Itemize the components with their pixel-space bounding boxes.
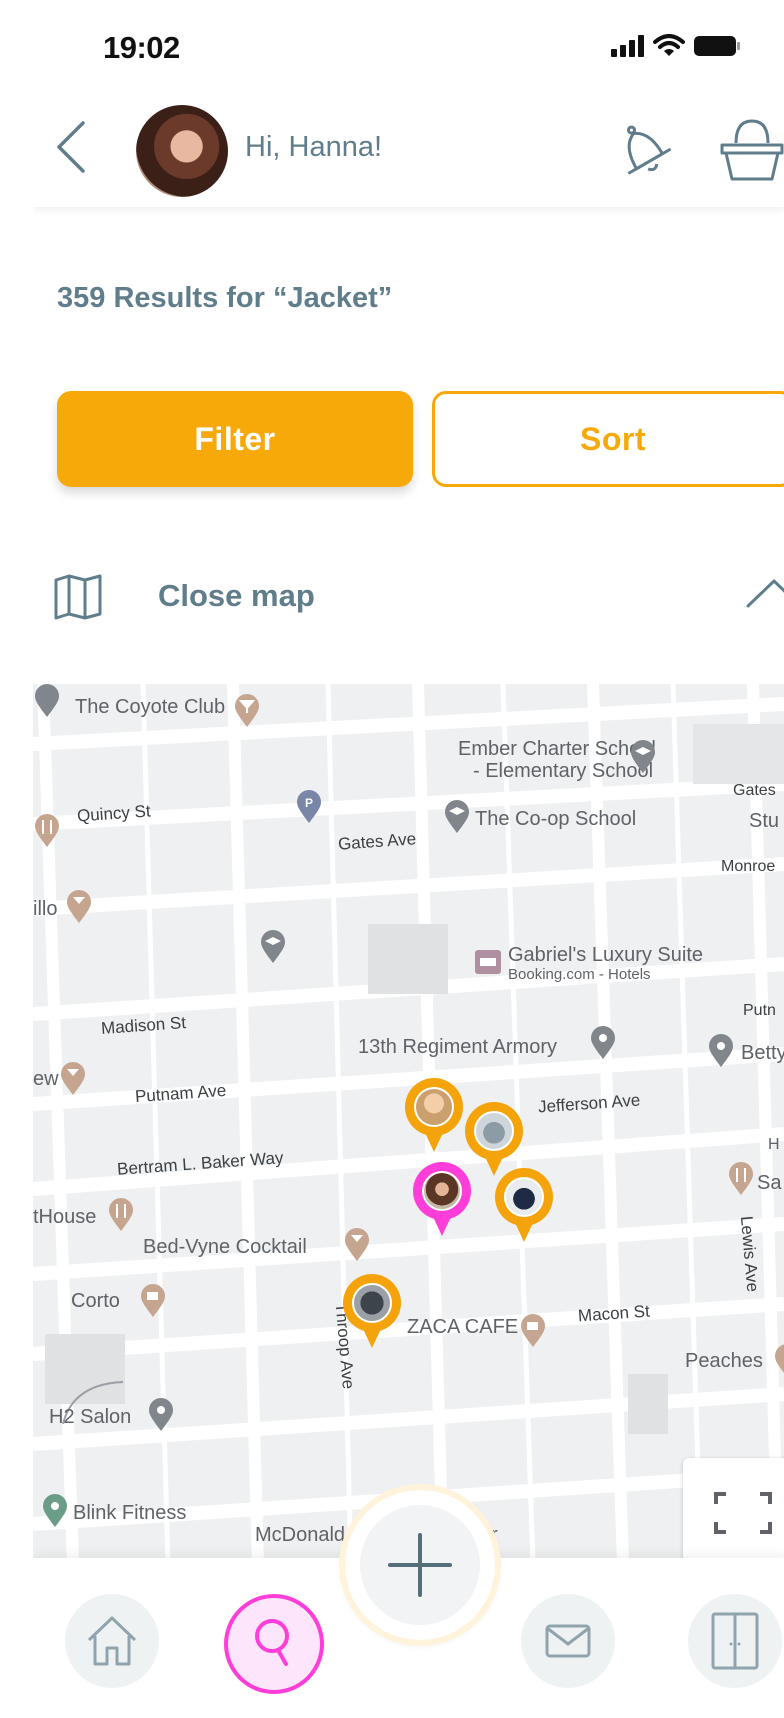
- close-map-toggle[interactable]: Close map: [53, 570, 784, 630]
- filter-button[interactable]: Filter: [57, 391, 413, 487]
- wifi-icon: [653, 34, 685, 56]
- basket-icon[interactable]: [716, 117, 784, 183]
- fullscreen-button[interactable]: [683, 1458, 784, 1568]
- wardrobe-icon: [711, 1612, 759, 1670]
- map-label: Stu: [749, 810, 780, 832]
- bar-marker-icon[interactable]: [233, 694, 261, 728]
- hotel-marker-icon[interactable]: [473, 946, 501, 980]
- map-label: ZACA CAFE: [407, 1316, 519, 1338]
- place-marker-icon[interactable]: [147, 1398, 175, 1432]
- map-label: Gabriel's Luxury Suite: [508, 944, 704, 966]
- map-label: tHouse: [33, 1206, 97, 1228]
- map-label: Betty: [741, 1042, 784, 1064]
- restaurant-marker-icon[interactable]: [727, 1162, 755, 1196]
- school-marker-icon[interactable]: [629, 740, 657, 774]
- fitness-marker-icon[interactable]: [41, 1494, 69, 1528]
- item-pin[interactable]: [495, 1168, 553, 1244]
- map-label: - Elementary School: [473, 760, 654, 782]
- bar-marker-icon[interactable]: [65, 890, 93, 924]
- cafe-marker-icon[interactable]: [139, 1284, 167, 1318]
- app-screen: 19:02 Hi, Hanna! 359 Results for “Jacket…: [33, 0, 784, 1718]
- bell-icon[interactable]: [608, 117, 678, 183]
- map-label: ew: [33, 1068, 59, 1090]
- map-label: illo: [33, 898, 58, 920]
- map-label: Blink Fitness: [73, 1502, 187, 1524]
- map-label: H: [768, 1136, 780, 1153]
- map-label: Putn: [743, 1002, 776, 1019]
- svg-text:P: P: [305, 796, 313, 810]
- cafe-marker-icon[interactable]: [773, 1344, 784, 1378]
- bar-marker-icon[interactable]: [59, 1062, 87, 1096]
- place-marker-icon[interactable]: [707, 1034, 735, 1068]
- close-map-label: Close map: [158, 578, 315, 613]
- map-label: Sa: [757, 1172, 782, 1194]
- greeting: Hi, Hanna!: [245, 131, 383, 163]
- nav-messages[interactable]: [521, 1594, 615, 1688]
- item-pin[interactable]: [465, 1102, 523, 1178]
- map-label: Corto: [71, 1290, 120, 1312]
- bar-marker-icon[interactable]: [343, 1228, 371, 1262]
- map-label: Monroe: [721, 858, 776, 875]
- place-marker-icon[interactable]: [589, 1026, 617, 1060]
- map-label: The Coyote Club: [75, 696, 226, 718]
- item-pin[interactable]: [343, 1274, 401, 1350]
- map-label: The Co-op School: [475, 808, 637, 830]
- add-button-inner: [360, 1505, 480, 1625]
- map-label: 13th Regiment Armory: [358, 1036, 557, 1058]
- battery-icon: [694, 36, 740, 56]
- school-marker-icon[interactable]: [443, 800, 471, 834]
- restaurant-marker-icon[interactable]: [107, 1198, 135, 1232]
- search-icon: [255, 1619, 289, 1666]
- poi-marker-icon[interactable]: [33, 684, 61, 718]
- add-button[interactable]: [345, 1490, 495, 1640]
- nav-home[interactable]: [65, 1594, 159, 1688]
- results-heading: 359 Results for “Jacket”: [57, 282, 393, 314]
- map-label: Ember Charter School: [458, 738, 656, 760]
- home-icon: [87, 1616, 137, 1666]
- cafe-marker-icon[interactable]: [519, 1314, 547, 1348]
- restaurant-marker-icon[interactable]: [33, 814, 61, 848]
- fullscreen-icon: [714, 1492, 772, 1534]
- back-arrow-icon[interactable]: [51, 117, 91, 177]
- map-label: McDonald: [255, 1524, 346, 1546]
- signal-icon: [611, 35, 644, 57]
- item-photo: [352, 1283, 392, 1323]
- map-view[interactable]: The Coyote Club Ember Charter School - E…: [33, 684, 784, 1564]
- mail-icon: [545, 1624, 591, 1658]
- status-icons: [611, 34, 741, 58]
- map-label: Peaches: [685, 1350, 763, 1372]
- map-label: Bed-Vyne Cocktail: [143, 1236, 307, 1258]
- top-bar: Hi, Hanna!: [33, 95, 784, 207]
- chevron-up-icon[interactable]: [745, 576, 784, 610]
- user-location-pin[interactable]: [413, 1162, 471, 1238]
- map-label: H2 Salon: [49, 1406, 132, 1428]
- nav-wardrobe[interactable]: [688, 1594, 782, 1688]
- item-pin[interactable]: [405, 1078, 463, 1154]
- plus-icon: [388, 1533, 452, 1597]
- parking-marker-icon[interactable]: P: [295, 790, 323, 824]
- map-icon: [54, 574, 102, 620]
- map-label: Gates: [733, 782, 776, 799]
- status-time: 19:02: [103, 30, 180, 65]
- item-photo: [474, 1111, 514, 1151]
- map-label: Booking.com - Hotels: [508, 966, 651, 983]
- sort-button[interactable]: Sort: [432, 391, 784, 487]
- school-marker-icon[interactable]: [259, 930, 287, 964]
- item-photo: [414, 1087, 454, 1127]
- user-photo: [422, 1171, 462, 1211]
- item-photo: [504, 1177, 544, 1217]
- nav-search[interactable]: [224, 1594, 324, 1694]
- avatar[interactable]: [136, 105, 228, 197]
